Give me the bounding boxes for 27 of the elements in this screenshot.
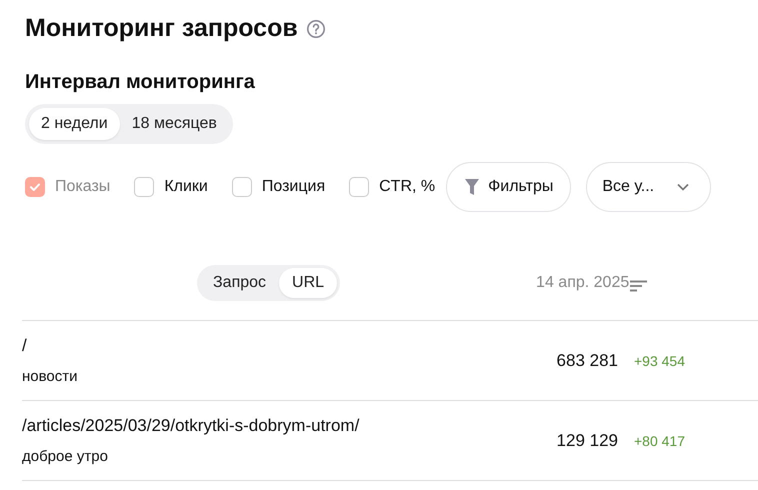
view-tab[interactable]: Запрос [200,268,280,298]
checkbox[interactable] [134,177,154,197]
delta-value: +93 454 [634,352,685,368]
checkbox-label: Клики [164,178,208,196]
filter-icon [464,178,480,196]
checkbox-label: CTR, % [379,178,436,196]
delta-value: +80 417 [634,432,685,448]
chevron-down-icon [676,182,690,192]
page-title: Мониторинг запросов [25,14,298,43]
interval-tab[interactable]: 18 месяцев [120,108,229,140]
table-cell-text: 683 281 [556,350,618,370]
checkbox-label: Позиция [262,178,326,196]
filters-button[interactable]: Фильтры [446,162,572,212]
url-text[interactable]: / [22,336,548,356]
table-cell-text: 129 129 [556,430,618,450]
view-tab[interactable]: URL [279,268,338,298]
checkbox[interactable] [349,177,370,197]
query-text: новости [22,368,79,385]
sort-icon[interactable] [630,280,648,292]
section-title: Интервал мониторинга [25,71,256,94]
device-select[interactable]: Все у... [586,162,712,212]
help-icon[interactable] [306,18,326,38]
query-text: доброе утро [22,448,109,465]
url-text[interactable]: /articles/2025/03/29/otkrytki-s-dobrym-utrom/ [22,416,548,436]
interval-tab[interactable]: 2 недели [29,108,120,140]
checkbox[interactable] [232,177,252,197]
checkbox-label: Показы [55,178,110,196]
